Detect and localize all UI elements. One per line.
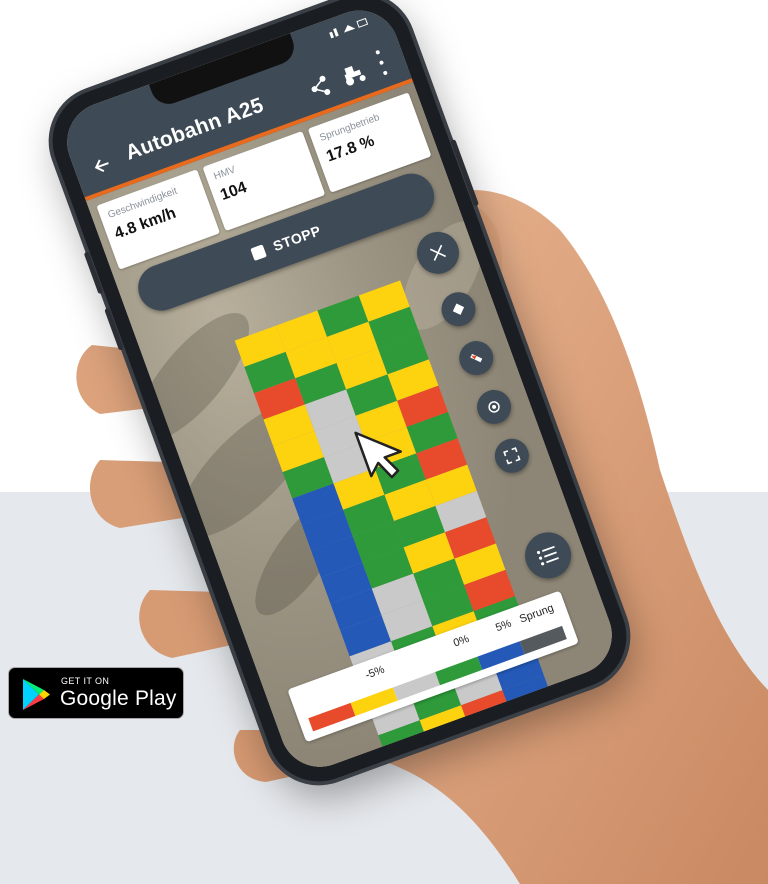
- badge-small-text: GET IT ON: [61, 676, 110, 686]
- google-play-badge[interactable]: GET IT ON Google Play: [8, 667, 184, 719]
- fullscreen-icon: [503, 447, 521, 465]
- google-play-logo-icon: [23, 679, 50, 710]
- badge-store-name: Google Play: [60, 687, 177, 710]
- share-icon[interactable]: [306, 73, 334, 101]
- locate-icon: [488, 401, 500, 413]
- close-icon: [429, 244, 446, 261]
- back-arrow-icon[interactable]: [90, 152, 118, 180]
- compass-icon: [470, 353, 483, 363]
- tractor-icon[interactable]: [337, 58, 370, 89]
- promo-stage: Autobahn A25 Geschwindigkeit 4.8 km/h HM…: [0, 0, 768, 884]
- status-bar-icons: [328, 16, 370, 41]
- list-icon: [536, 545, 559, 566]
- more-vert-icon[interactable]: [374, 49, 389, 76]
- stop-button-label: STOPP: [270, 222, 324, 255]
- layers-icon: [452, 303, 465, 315]
- stop-icon: [249, 243, 267, 261]
